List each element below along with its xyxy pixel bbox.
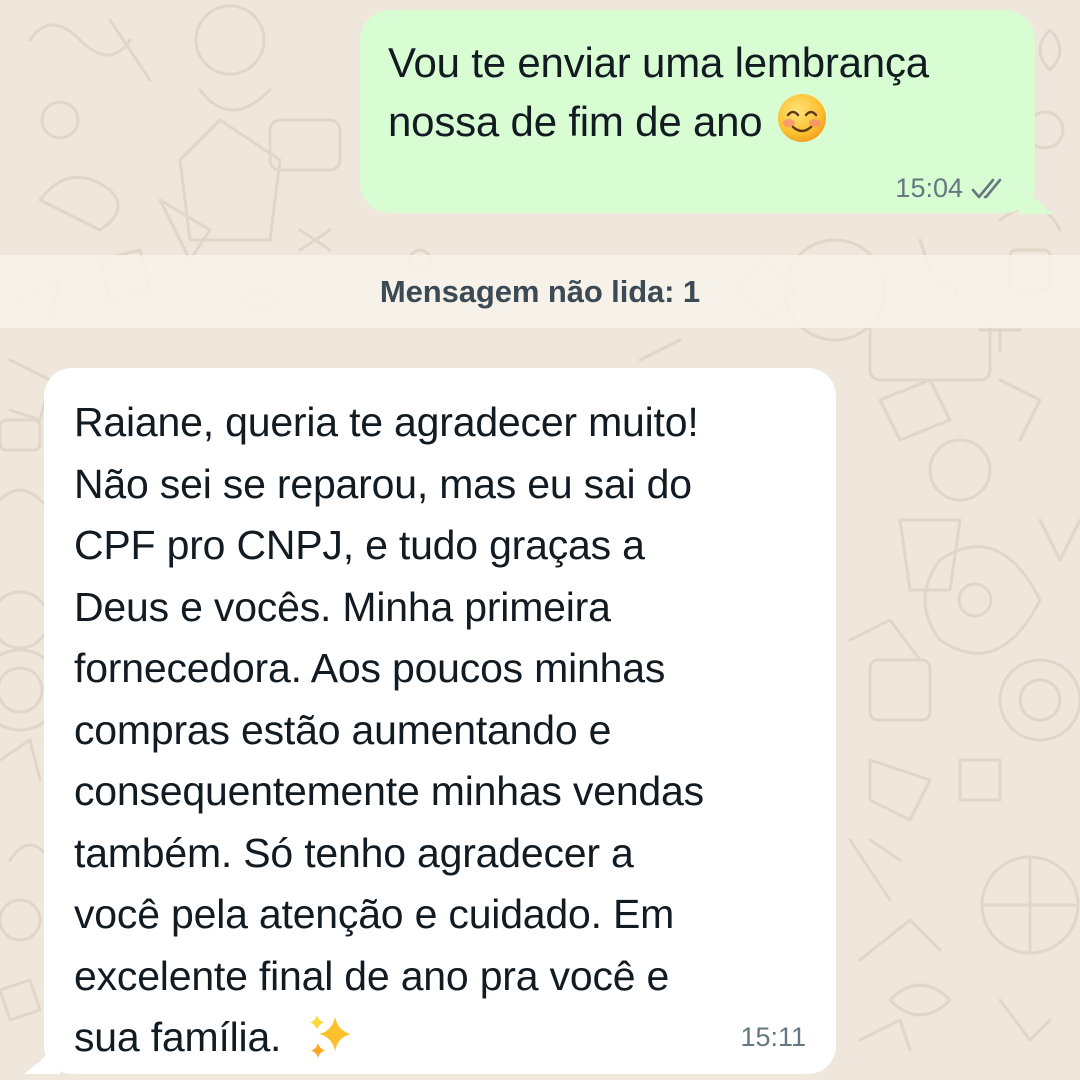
double-check-read-icon xyxy=(971,178,1002,198)
message-line: Vou te enviar uma lembrança xyxy=(388,39,929,86)
incoming-message-text: Raiane, queria te agradecer muito! Não s… xyxy=(74,392,824,1069)
outgoing-message-text: Vou te enviar uma lembrança nossa de fim… xyxy=(388,34,929,151)
sparkles-emoji-icon xyxy=(310,1015,352,1058)
message-line: nossa de fim de ano xyxy=(388,92,929,151)
smiling-face-emoji-icon xyxy=(778,94,827,142)
bubble-tail xyxy=(24,1038,60,1074)
chat-area[interactable]: Vou te enviar uma lembrança nossa de fim… xyxy=(0,0,1080,1080)
unread-messages-label: Mensagem não lida: 1 xyxy=(379,273,701,309)
incoming-message-bubble[interactable]: Raiane, queria te agradecer muito! Não s… xyxy=(24,368,836,1074)
message-time: 15:11 xyxy=(740,1022,806,1052)
bubble-tail xyxy=(1019,178,1053,214)
incoming-message-body: Raiane, queria te agradecer muito! Não s… xyxy=(74,399,704,1060)
message-line-text: nossa de fim de ano xyxy=(388,98,763,145)
outgoing-message-bubble[interactable]: Vou te enviar uma lembrança nossa de fim… xyxy=(360,10,1053,214)
message-time: 15:04 xyxy=(895,173,963,203)
unread-messages-banner: Mensagem não lida: 1 xyxy=(0,255,1080,328)
message-meta: 15:04 xyxy=(895,173,1009,204)
